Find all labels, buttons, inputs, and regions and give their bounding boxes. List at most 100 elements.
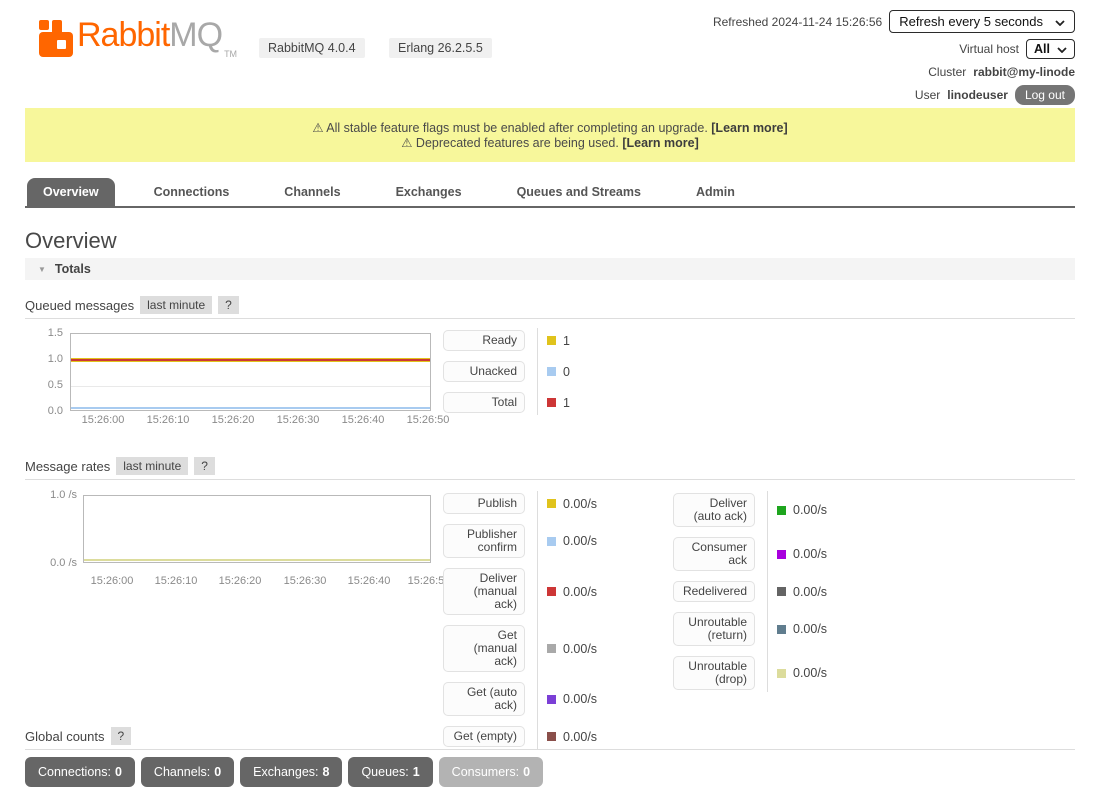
logout-button[interactable]: Log out — [1015, 85, 1075, 105]
queued-messages-chart-area: 1.5 1.0 0.5 0.0 15:26:00 15:26:10 15:26:… — [25, 319, 1075, 424]
ready-value: 1 — [563, 334, 570, 348]
consumer-ack-swatch — [777, 550, 786, 559]
message-rates-title: Message rates — [25, 459, 110, 474]
global-counts-header: Global counts ? — [25, 727, 131, 745]
totals-section-header[interactable]: ▼ Totals — [25, 258, 1075, 280]
username: linodeuser — [947, 88, 1008, 102]
refreshed-timestamp: Refreshed 2024-11-24 15:26:56 — [713, 15, 882, 29]
message-rates-plot — [83, 495, 431, 563]
logo-trademark: TM — [224, 49, 237, 59]
unacked-toggle[interactable]: Unacked — [443, 361, 525, 382]
consumer-ack-rate: 0.00/s — [793, 547, 827, 561]
get-manual-ack-swatch — [547, 644, 556, 653]
publish-toggle[interactable]: Publish — [443, 493, 525, 514]
virtual-host-label: Virtual host — [959, 42, 1019, 56]
learn-more-link[interactable]: [Learn more] — [622, 136, 698, 150]
y-tick: 0.0 — [27, 405, 63, 417]
y-tick: 1.5 — [27, 327, 63, 339]
x-tick: 15:26:20 — [212, 414, 255, 426]
totals-title: Totals — [55, 262, 91, 276]
redelivered-swatch — [777, 587, 786, 596]
tab-exchanges[interactable]: Exchanges — [380, 178, 478, 206]
publisher-confirm-rate: 0.00/s — [563, 534, 597, 548]
x-tick: 15:26:30 — [277, 414, 320, 426]
chevron-down-icon — [1057, 42, 1067, 56]
get-empty-rate: 0.00/s — [563, 730, 597, 744]
ready-swatch — [547, 336, 556, 345]
legend-row-unacked: Unacked 0 — [443, 361, 570, 382]
queued-messages-plot — [70, 333, 431, 411]
rates-help-icon[interactable]: ? — [194, 457, 215, 475]
tab-channels[interactable]: Channels — [268, 178, 356, 206]
queued-messages-legend: Ready 1 Unacked 0 Total 1 — [443, 330, 570, 413]
page-title: Overview — [25, 228, 117, 254]
publisher-confirm-toggle[interactable]: Publisher confirm — [443, 524, 525, 558]
get-manual-ack-toggle[interactable]: Get (manual ack) — [443, 625, 525, 672]
virtual-host-select[interactable]: All — [1026, 39, 1075, 59]
legend-row-ready: Ready 1 — [443, 330, 570, 351]
divider — [25, 749, 1075, 750]
learn-more-link[interactable]: [Learn more] — [711, 121, 787, 135]
deliver-auto-ack-toggle[interactable]: Deliver (auto ack) — [673, 493, 755, 527]
deliver-manual-ack-rate: 0.00/s — [563, 585, 597, 599]
refresh-interval-select[interactable]: Refresh every 5 seconds — [889, 10, 1075, 33]
rabbitmq-logo: RabbitMQ TM — [38, 16, 237, 64]
deliver-manual-ack-toggle[interactable]: Deliver (manual ack) — [443, 568, 525, 615]
rabbitmq-overview-page: RabbitMQ TM RabbitMQ 4.0.4 Erlang 26.2.5… — [0, 0, 1094, 794]
queued-messages-title: Queued messages — [25, 298, 134, 313]
rates-legend-left: Publish 0.00/s Publisher confirm 0.00/s … — [443, 493, 597, 747]
exchanges-count-button[interactable]: Exchanges:8 — [240, 757, 342, 787]
deprecated-features-warning: ⚠ Deprecated features are being used. [L… — [25, 136, 1075, 151]
tab-admin[interactable]: Admin — [680, 178, 751, 206]
queued-range-badge[interactable]: last minute — [140, 296, 212, 314]
queued-help-icon[interactable]: ? — [218, 296, 239, 314]
queued-messages-header: Queued messages last minute ? — [25, 296, 239, 314]
redelivered-rate: 0.00/s — [793, 585, 827, 599]
channels-count-button[interactable]: Channels:0 — [141, 757, 234, 787]
logo-text-mq: MQ — [169, 16, 222, 55]
total-swatch — [547, 398, 556, 407]
rates-range-badge[interactable]: last minute — [116, 457, 188, 475]
ready-toggle[interactable]: Ready — [443, 330, 525, 351]
rates-legend-right: Deliver (auto ack) 0.00/s Consumer ack 0… — [673, 493, 827, 690]
queues-count-button[interactable]: Queues:1 — [348, 757, 432, 787]
x-tick: 15:26:20 — [219, 575, 262, 587]
get-empty-swatch — [547, 732, 556, 741]
get-empty-toggle[interactable]: Get (empty) — [443, 726, 525, 747]
total-value: 1 — [563, 396, 570, 410]
unacked-value: 0 — [563, 365, 570, 379]
tab-overview[interactable]: Overview — [27, 178, 115, 206]
chevron-down-icon — [1055, 14, 1065, 29]
total-series-line — [71, 359, 430, 361]
get-auto-ack-rate: 0.00/s — [563, 692, 597, 706]
x-tick: 15:26:00 — [91, 575, 134, 587]
feature-flags-warning: ⚠ All stable feature flags must be enabl… — [25, 121, 1075, 136]
header-status-area: Refreshed 2024-11-24 15:26:56 Refresh ev… — [713, 10, 1075, 111]
publisher-confirm-swatch — [547, 537, 556, 546]
cluster-label: Cluster — [928, 65, 966, 79]
publish-swatch — [547, 499, 556, 508]
unroutable-drop-toggle[interactable]: Unroutable (drop) — [673, 656, 755, 690]
tab-queues-and-streams[interactable]: Queues and Streams — [501, 178, 657, 206]
legend-row-total: Total 1 — [443, 392, 570, 413]
x-tick: 15:26:50 — [407, 414, 450, 426]
cluster-name: rabbit@my-linode — [973, 65, 1075, 79]
consumers-count-button[interactable]: Consumers:0 — [439, 757, 543, 787]
x-tick: 15:26:10 — [147, 414, 190, 426]
deliver-manual-ack-swatch — [547, 587, 556, 596]
total-toggle[interactable]: Total — [443, 392, 525, 413]
unroutable-return-toggle[interactable]: Unroutable (return) — [673, 612, 755, 646]
logo-text-rabbit: Rabbit — [77, 16, 169, 55]
global-counts-buttons: Connections:0 Channels:0 Exchanges:8 Que… — [25, 757, 543, 787]
connections-count-button[interactable]: Connections:0 — [25, 757, 135, 787]
redelivered-toggle[interactable]: Redelivered — [673, 581, 755, 602]
main-nav-tabs: Overview Connections Channels Exchanges … — [25, 178, 1075, 208]
consumer-ack-toggle[interactable]: Consumer ack — [673, 537, 755, 571]
user-label: User — [915, 88, 940, 102]
rabbitmq-version-badge: RabbitMQ 4.0.4 — [259, 38, 365, 58]
message-rates-header: Message rates last minute ? — [25, 457, 215, 475]
tab-connections[interactable]: Connections — [138, 178, 246, 206]
global-counts-help-icon[interactable]: ? — [111, 727, 132, 745]
get-manual-ack-rate: 0.00/s — [563, 642, 597, 656]
get-auto-ack-toggle[interactable]: Get (auto ack) — [443, 682, 525, 716]
